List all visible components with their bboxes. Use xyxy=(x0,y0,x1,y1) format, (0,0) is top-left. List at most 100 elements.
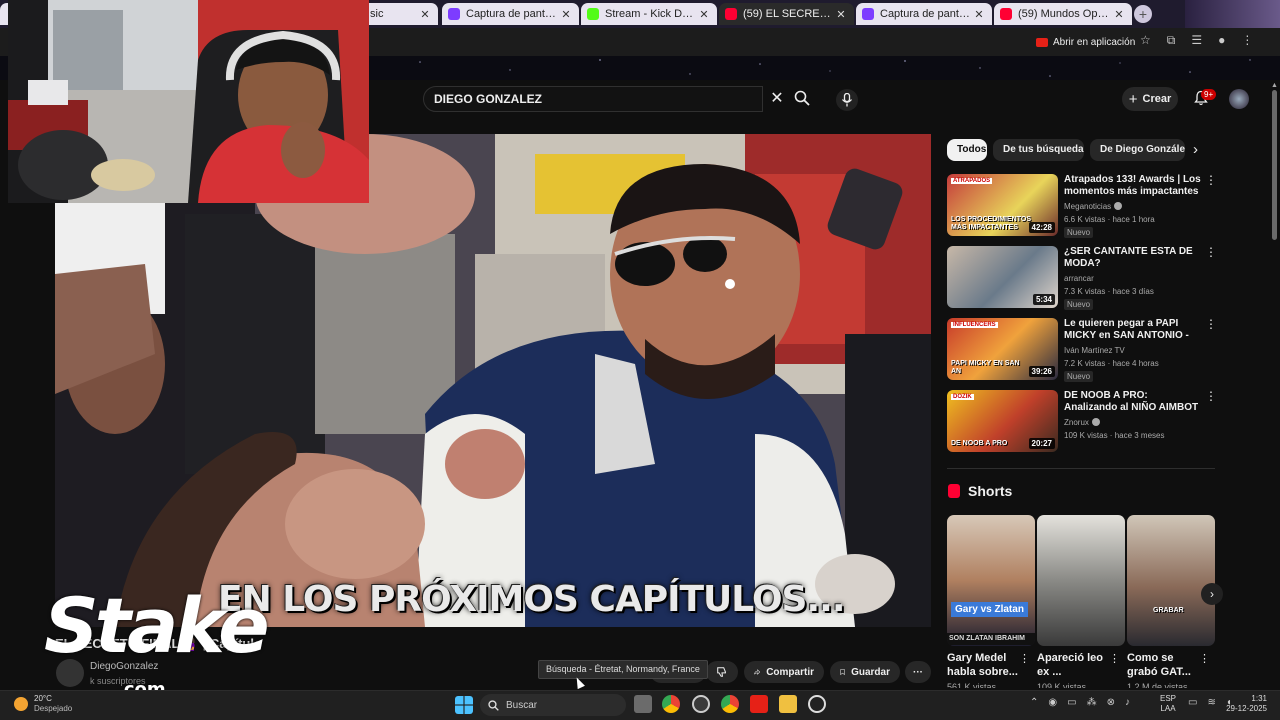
related-channel[interactable]: Meganoticias xyxy=(1064,202,1123,211)
menu-icon[interactable]: ⋮ xyxy=(1241,33,1253,48)
profile-icon[interactable]: ● xyxy=(1218,33,1225,48)
scroll-up-arrow[interactable]: ▲ xyxy=(1271,82,1278,89)
related-video-item[interactable]: ATRAPADOS LOS PROCEDIMIENTOS MÁS IMPACTAN… xyxy=(947,174,1217,238)
video-thumbnail[interactable]: ATRAPADOS LOS PROCEDIMIENTOS MÁS IMPACTAN… xyxy=(947,174,1058,236)
browser-tab[interactable]: (59) Mundos Opuestos |✕ xyxy=(994,3,1132,25)
tray-app-icon[interactable]: ◉ xyxy=(1048,697,1057,708)
save-button[interactable]: Guardar xyxy=(830,661,900,683)
taskbar-clock[interactable]: 1:31 29-12-2025 xyxy=(1223,694,1267,714)
tray-chevron-icon[interactable]: ⌃ xyxy=(1030,697,1038,708)
related-video-item[interactable]: 5:34 ¿SER CANTANTE ESTA DE MODA? arrancar 7… xyxy=(947,246,1217,310)
shorts-next-button[interactable]: › xyxy=(1201,583,1223,605)
toolbar-icons: ☆ ⧉ ☰ ● ⋮ xyxy=(1140,33,1253,48)
create-button[interactable]: + Crear xyxy=(1122,87,1178,111)
webcam-feed xyxy=(8,0,369,203)
wifi-icon[interactable]: ≋ xyxy=(1207,697,1215,708)
filter-chip[interactable]: De tus búsquedas xyxy=(993,139,1084,161)
tab-title: Stream - Kick Dashboard xyxy=(605,8,697,20)
short-title[interactable]: Como se grabó GAT... xyxy=(1127,651,1205,679)
file-explorer-icon[interactable] xyxy=(779,695,797,713)
short-thumbnail[interactable] xyxy=(1037,515,1125,646)
task-view-icon[interactable] xyxy=(634,695,652,713)
more-options-icon[interactable]: ⋮ xyxy=(1019,654,1030,665)
browser-tab[interactable]: Captura de pantalla por✕ xyxy=(856,3,992,25)
related-video-title[interactable]: ¿SER CANTANTE ESTA DE MODA? xyxy=(1064,246,1202,270)
video-duration: 39:26 xyxy=(1028,366,1055,377)
shorts-icon xyxy=(948,484,960,498)
tray-window-icon[interactable]: ▭ xyxy=(1067,697,1076,708)
related-video-title[interactable]: DE NOOB A PRO: Analizando al NIÑO AIMBOT… xyxy=(1064,390,1202,414)
more-options-icon[interactable]: ⋮ xyxy=(1205,246,1217,258)
extensions-icon[interactable]: ⧉ xyxy=(1167,33,1176,48)
language-indicator[interactable]: ESP LAA xyxy=(1160,694,1176,714)
dislike-button[interactable] xyxy=(706,661,738,683)
browser-tab[interactable]: Stream - Kick Dashboard✕ xyxy=(581,3,717,25)
short-bottom-text: SON ZLATAN IBRAHIM xyxy=(947,633,1035,645)
more-options-icon[interactable]: ⋮ xyxy=(1109,654,1120,665)
tray-mic-icon[interactable]: ♪ xyxy=(1125,697,1130,708)
voice-search-button[interactable] xyxy=(836,89,858,111)
account-avatar[interactable] xyxy=(1229,89,1249,109)
display-icon[interactable]: ▭ xyxy=(1188,697,1197,708)
filter-chip[interactable]: De Diego González xyxy=(1090,139,1185,161)
youtube-icon xyxy=(1000,8,1012,20)
new-tab-button[interactable]: + xyxy=(1134,5,1152,23)
open-in-app-label: Abrir en aplicación xyxy=(1053,36,1136,48)
weather-widget[interactable]: 20°C Despejado xyxy=(14,694,72,714)
video-player[interactable]: EN LOS PRÓXIMOS CAPÍTULOS... xyxy=(55,134,931,627)
short-title[interactable]: Gary Medel habla sobre... xyxy=(947,651,1025,679)
page-scrollbar[interactable] xyxy=(1272,90,1277,240)
close-tab-icon[interactable]: ✕ xyxy=(559,8,573,21)
more-options-icon[interactable]: ⋮ xyxy=(1205,390,1217,402)
more-actions-button[interactable]: ··· xyxy=(905,661,931,683)
related-channel[interactable]: arrancar xyxy=(1064,274,1094,283)
open-in-app-button[interactable]: Abrir en aplicación xyxy=(1036,34,1135,50)
short-title[interactable]: Apareció leo ex ... xyxy=(1037,651,1115,679)
related-video-item[interactable]: DOZIK DE NOOB A PRO 20:27 DE NOOB A PRO: An… xyxy=(947,390,1217,452)
search-icon[interactable] xyxy=(794,90,810,106)
short-thumbnail[interactable]: Gary vs Zlatan SON ZLATAN IBRAHIM xyxy=(947,515,1035,646)
star-icon[interactable]: ☆ xyxy=(1140,33,1151,48)
windows-start-icon[interactable] xyxy=(455,696,473,714)
thumbnail-tag: DOZIK xyxy=(951,394,974,400)
related-channel[interactable]: Iván Martínez TV xyxy=(1064,346,1125,355)
chrome-active-icon[interactable] xyxy=(721,695,739,713)
save-label: Guardar xyxy=(851,666,890,678)
close-tab-icon[interactable]: ✕ xyxy=(834,8,848,21)
related-video-title[interactable]: Atrapados 133! Awards | Los momentos más… xyxy=(1064,174,1202,198)
search-bar: DIEGO GONZALEZ ✕ xyxy=(423,86,823,112)
chrome-icon[interactable] xyxy=(662,695,680,713)
taskbar-search-icon xyxy=(488,699,499,711)
youtube-app-icon[interactable] xyxy=(750,695,768,713)
short-thumbnail[interactable]: GRABAR xyxy=(1127,515,1215,646)
video-thumbnail[interactable]: 5:34 xyxy=(947,246,1058,308)
thumbnail-tag: ATRAPADOS xyxy=(951,178,993,184)
browser-tab[interactable]: Captura de pantalla por✕ xyxy=(442,3,579,25)
browser-tab[interactable]: (59) EL SECRETO FIN...✕ xyxy=(719,3,854,25)
clock-date: 29-12-2025 xyxy=(1226,704,1267,713)
share-button[interactable]: Compartir xyxy=(744,661,824,683)
filter-chip[interactable]: Todos xyxy=(947,139,987,161)
taskbar-search[interactable]: Buscar xyxy=(480,694,626,716)
close-tab-icon[interactable]: ✕ xyxy=(697,8,711,21)
close-tab-icon[interactable]: ✕ xyxy=(1112,8,1126,21)
media-player-icon[interactable] xyxy=(808,695,826,713)
related-video-item[interactable]: INFLUENCERS PAPI MICKY EN SAN AN 39:26 Le q… xyxy=(947,318,1217,382)
close-tab-icon[interactable]: ✕ xyxy=(972,8,986,21)
more-options-icon[interactable]: ⋮ xyxy=(1205,174,1217,186)
video-thumbnail[interactable]: INFLUENCERS PAPI MICKY EN SAN AN 39:26 xyxy=(947,318,1058,380)
clear-search-icon[interactable]: ✕ xyxy=(763,86,791,112)
related-channel[interactable]: Znorux xyxy=(1064,418,1100,427)
chevron-right-icon[interactable]: › xyxy=(1193,141,1198,158)
video-thumbnail[interactable]: DOZIK DE NOOB A PRO 20:27 xyxy=(947,390,1058,452)
sidebar-icon[interactable]: ☰ xyxy=(1191,33,1202,48)
tab-title: sic xyxy=(370,8,384,20)
github-icon[interactable] xyxy=(692,695,710,713)
tray-bluetooth-icon[interactable]: ⁂ xyxy=(1087,697,1097,708)
more-options-icon[interactable]: ⋮ xyxy=(1205,318,1217,330)
close-tab-icon[interactable]: ✕ xyxy=(418,8,432,21)
related-video-title[interactable]: Le quieren pegar a PAPI MICKY en SAN ANT… xyxy=(1064,318,1202,342)
search-input[interactable]: DIEGO GONZALEZ xyxy=(423,86,763,112)
tray-extra-icon[interactable]: ⊗ xyxy=(1107,697,1115,708)
more-options-icon[interactable]: ⋮ xyxy=(1199,654,1210,665)
